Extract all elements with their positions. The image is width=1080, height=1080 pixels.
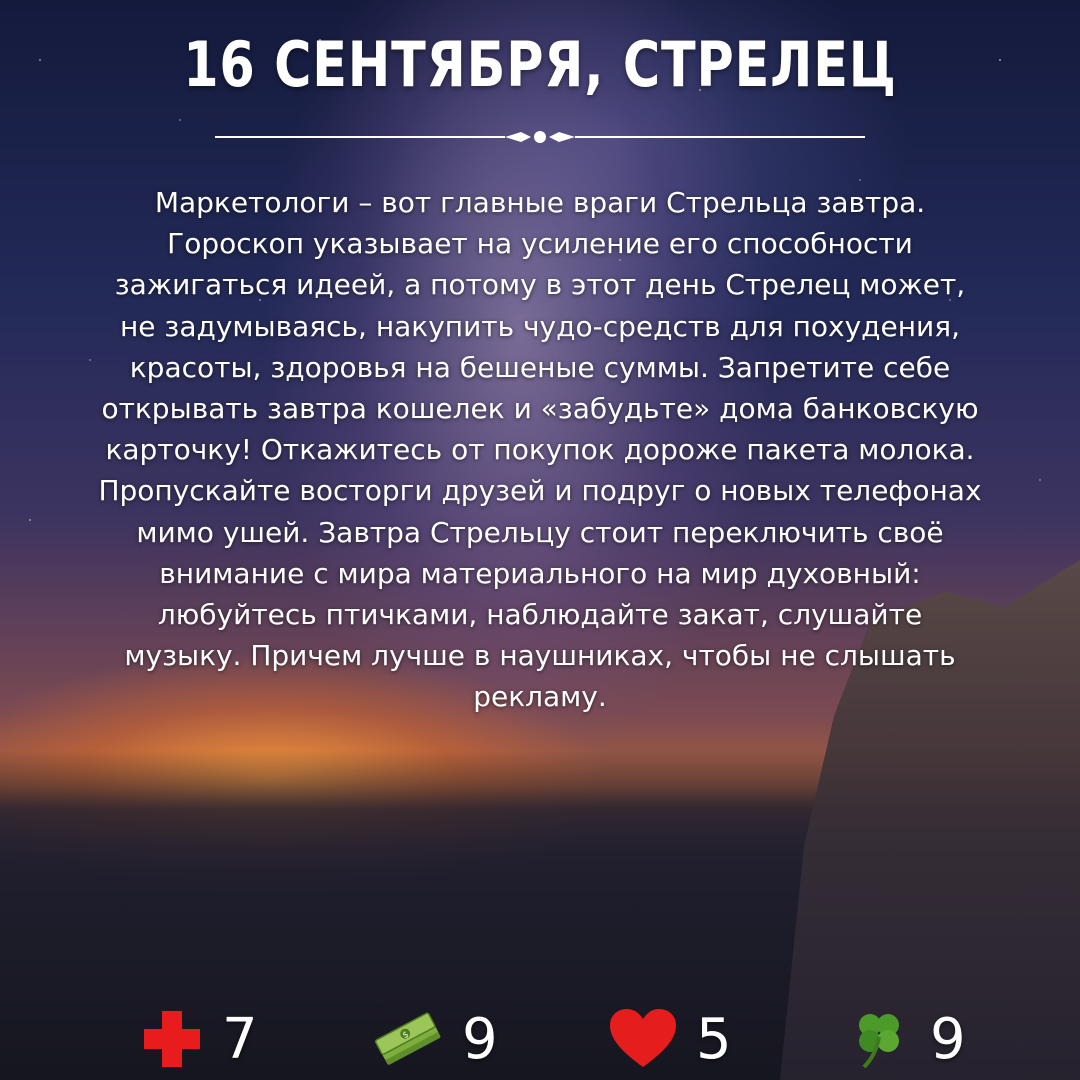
page-title: 16 СЕНТЯБРЯ, СТРЕЛЕЦ [183,28,897,101]
horoscope-text: Маркетологи – вот главные враги Стрельца… [98,186,982,714]
rating-love-value: 5 [696,1006,732,1072]
money-stack-icon: $ [374,1012,441,1065]
rating-health-value: 7 [222,1006,258,1072]
rating-money-value: 9 [462,1006,498,1072]
rating-luck-value: 9 [930,1006,966,1072]
rating-health: 7 [140,1000,258,1078]
ratings-bar: 7 $ 9 5 9 [0,1000,1080,1078]
clover-icon [859,1014,899,1069]
ornament-divider [215,131,865,143]
rating-luck: 9 [846,1000,966,1078]
health-cross-icon [144,1011,200,1067]
rating-love: 5 [608,1000,732,1078]
rating-money: $ 9 [372,1000,498,1078]
heart-icon [610,1009,676,1067]
